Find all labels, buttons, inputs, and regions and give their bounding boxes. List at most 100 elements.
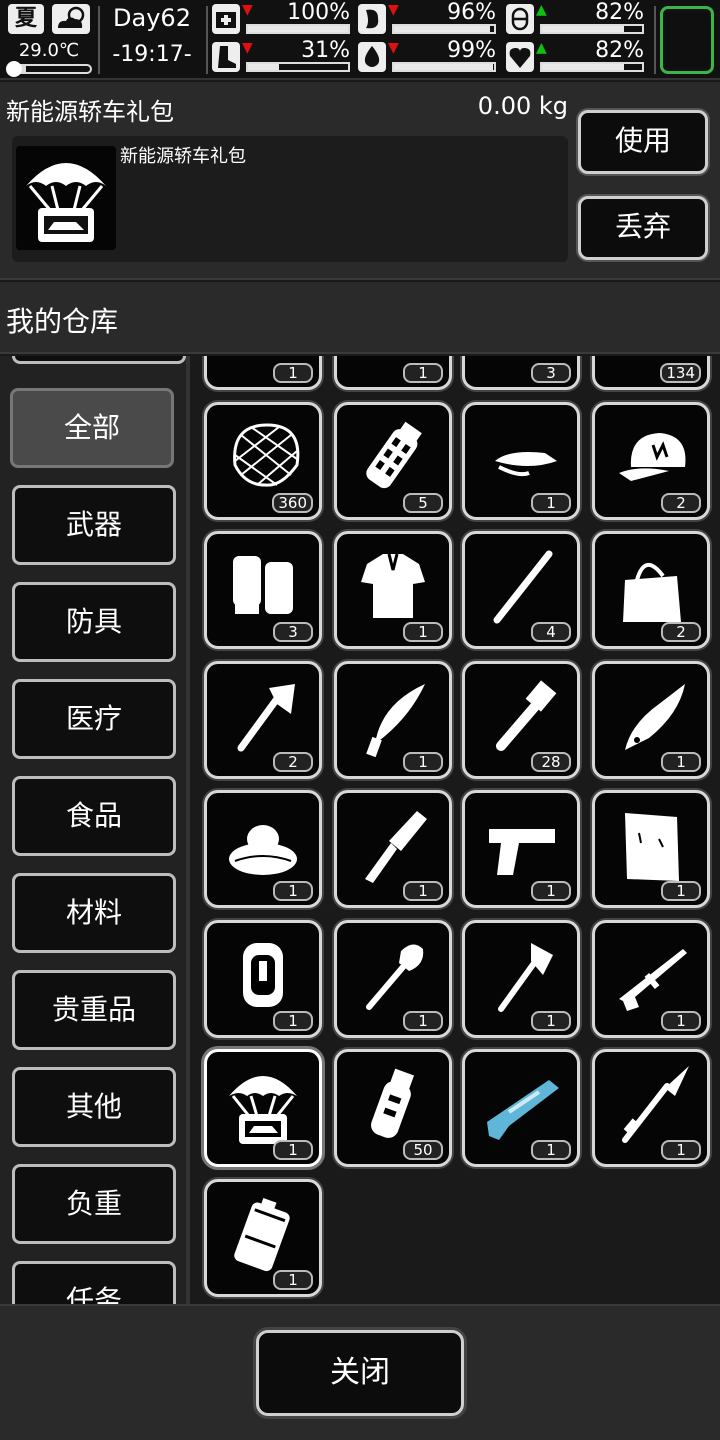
category-tab[interactable]: 医疗 xyxy=(12,679,176,759)
kukri-icon xyxy=(366,683,425,757)
stat-meter: ▼ 31% xyxy=(212,38,352,74)
category-tab[interactable]: 负重 xyxy=(12,1164,176,1244)
trend-up-icon: ▲ xyxy=(536,40,547,56)
inventory-slot[interactable]: 5 xyxy=(334,401,452,520)
inventory-slot[interactable]: 1 xyxy=(204,919,322,1038)
inventory-slot[interactable]: 50 xyxy=(334,1049,452,1167)
inventory-slot[interactable]: 1 xyxy=(334,919,452,1038)
season-indicator: 夏 xyxy=(8,4,44,34)
inventory-slot[interactable]: 1 xyxy=(462,401,580,520)
jerry-can-icon xyxy=(234,1197,290,1271)
item-count: 1 xyxy=(531,492,571,513)
category-tab[interactable]: 防具 xyxy=(12,582,176,662)
category-tab[interactable]: 任务 xyxy=(12,1261,176,1304)
game-clock: -19:17- xyxy=(112,42,192,67)
trend-down-icon: ▼ xyxy=(242,2,253,18)
inventory-slot[interactable]: 1 xyxy=(334,531,452,649)
inventory-slot[interactable]: 2 xyxy=(592,401,710,520)
day-counter: Day62 xyxy=(113,4,191,32)
water-drop-icon xyxy=(358,42,386,72)
item-count: 1 xyxy=(403,881,443,901)
item-count: 1 xyxy=(273,881,313,901)
item-count: 50 xyxy=(403,1140,443,1160)
inventory-slot[interactable]: 1 xyxy=(334,790,452,908)
stat-meter: ▲ 82% xyxy=(506,38,646,74)
inventory-slot[interactable]: 1 xyxy=(592,919,710,1038)
item-name: 新能源轿车礼包 xyxy=(6,98,174,126)
inventory-slot[interactable]: 134 xyxy=(592,356,710,390)
item-count: 134 xyxy=(660,363,701,383)
storage-title: 我的仓库 xyxy=(6,305,119,338)
inventory-slot[interactable]: 1 xyxy=(462,919,580,1038)
inventory-slot[interactable]: 1 xyxy=(204,790,322,908)
inventory-slot[interactable]: 4 xyxy=(462,531,580,649)
minimap-button[interactable] xyxy=(660,6,714,74)
inventory-slot[interactable]: 28 xyxy=(462,660,580,779)
inventory-slot[interactable]: 3 xyxy=(462,356,580,390)
item-count: 5 xyxy=(403,492,443,513)
inventory-grid[interactable]: 1 1 3 134 360 5 1 2 3 1 4 2 2 1 28 1 1 1 1 1 1 1 1 1 1 50 1 1 1 xyxy=(194,356,720,1304)
item-count: 1 xyxy=(403,363,443,383)
stomach-icon xyxy=(358,4,386,34)
item-count: 2 xyxy=(661,492,701,513)
category-sidebar[interactable]: 全部武器防具医疗食品材料贵重品其他负重任务 xyxy=(0,356,190,1304)
inventory-slot[interactable]: 2 xyxy=(204,660,322,779)
stat-value: 31% xyxy=(301,38,350,63)
item-count: 1 xyxy=(403,751,443,772)
airdrop-crate-icon xyxy=(229,1076,297,1144)
stat-value: 82% xyxy=(595,0,644,25)
item-count: 1 xyxy=(531,1140,571,1160)
inventory-slot[interactable]: 1 xyxy=(462,1049,580,1167)
gloves-icon xyxy=(233,556,293,614)
category-tab[interactable]: 食品 xyxy=(12,776,176,856)
inventory-slot[interactable]: 1 xyxy=(204,1049,322,1167)
discard-button[interactable]: 丢弃 xyxy=(578,196,708,260)
shovel-icon xyxy=(366,943,424,1010)
spear-icon xyxy=(622,1066,689,1143)
inventory-slot[interactable]: 1 xyxy=(592,660,710,779)
stat-meter: ▼ 99% xyxy=(358,38,498,74)
stat-bar xyxy=(540,62,644,72)
pill-icon xyxy=(506,4,534,34)
category-tab[interactable]: 材料 xyxy=(12,873,176,953)
trend-down-icon: ▼ xyxy=(388,40,399,56)
close-button[interactable]: 关闭 xyxy=(256,1330,464,1416)
status-bar: 夏 29.0℃ Day62 -19:17- ▼ 100% ▼ 96% ▲ 82% ▼ 31% ▼… xyxy=(0,0,720,80)
inventory-slot[interactable]: 360 xyxy=(204,401,322,520)
category-tab[interactable]: 贵重品 xyxy=(12,970,176,1050)
knife-icon xyxy=(625,683,685,750)
item-count: 1 xyxy=(403,622,443,642)
inventory-slot[interactable]: 1 xyxy=(592,790,710,908)
category-tab[interactable]: 武器 xyxy=(12,485,176,565)
shotgun-icon xyxy=(487,1080,559,1140)
inventory-slot[interactable]: 1 xyxy=(334,356,452,390)
backpack-icon xyxy=(243,942,283,1007)
inventory-slot[interactable]: 1 xyxy=(592,1049,710,1167)
temperature-readout: 29.0℃ xyxy=(18,40,80,61)
boot-icon xyxy=(212,42,240,72)
pistol-icon xyxy=(489,829,555,875)
partly-cloudy-icon xyxy=(52,4,90,34)
stat-bar xyxy=(246,24,350,34)
inventory-slot[interactable]: 1 xyxy=(204,1178,322,1297)
inventory-slot[interactable]: 1 xyxy=(334,660,452,779)
stat-bar xyxy=(392,62,496,72)
category-tab[interactable]: 其他 xyxy=(12,1067,176,1147)
fire-axe-icon xyxy=(498,942,553,1012)
inventory-slot[interactable]: 1 xyxy=(462,790,580,908)
category-tab[interactable]: 全部 xyxy=(10,388,174,468)
use-button[interactable]: 使用 xyxy=(578,110,708,174)
inventory-slot[interactable]: 1 xyxy=(204,356,322,390)
inventory-slot[interactable]: 3 xyxy=(204,531,322,649)
temperature-bar xyxy=(6,61,92,77)
stat-bar xyxy=(540,24,644,34)
item-count: 28 xyxy=(531,751,571,772)
multitool-icon xyxy=(365,811,427,883)
nest-icon xyxy=(229,825,297,875)
item-count: 1 xyxy=(403,1010,443,1031)
item-weight: 0.00 kg xyxy=(477,92,568,120)
stat-value: 99% xyxy=(447,38,496,63)
inventory-slot[interactable]: 2 xyxy=(592,531,710,649)
item-count: 360 xyxy=(272,492,313,513)
stat-bar xyxy=(392,24,496,34)
